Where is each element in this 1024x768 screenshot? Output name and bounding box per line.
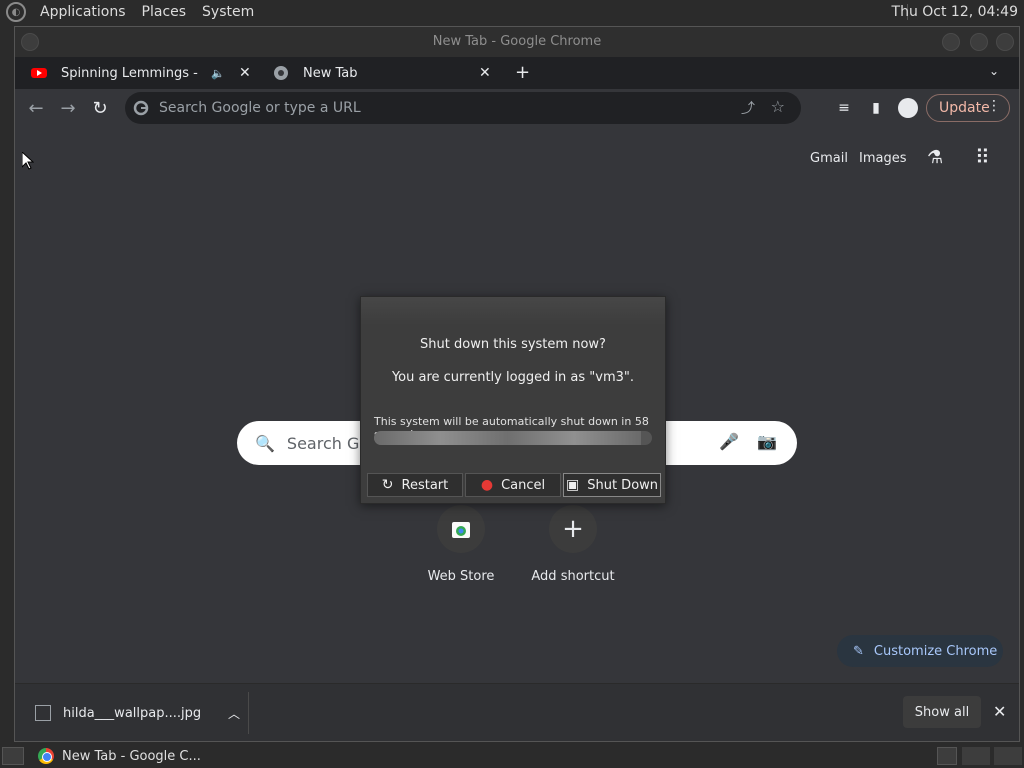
menu-dots-icon[interactable]: ⋮ [987, 98, 1001, 114]
window-titlebar[interactable]: New Tab - Google Chrome [15, 27, 1019, 57]
bottom-taskbar: New Tab - Google C... [0, 744, 1024, 768]
power-icon: ▣ [565, 477, 580, 493]
webstore-icon [437, 505, 485, 553]
chrome-icon [38, 748, 54, 764]
tab-label: New Tab [303, 65, 358, 81]
clock[interactable]: Thu Oct 12, 04:49 [892, 4, 1018, 20]
chevron-up-icon[interactable]: ︿ [228, 705, 240, 722]
task-label: New Tab - Google C... [62, 748, 201, 764]
restart-label: Restart [401, 477, 449, 493]
download-filename: hilda___wallpap....jpg [63, 705, 202, 721]
pencil-icon: ✎ [853, 643, 864, 659]
customize-chrome-button[interactable]: ✎ Customize Chrome [837, 635, 1003, 667]
download-bar: hilda___wallpap....jpg ︿ Show all ✕ [15, 683, 1019, 741]
mouse-cursor-icon [22, 152, 34, 170]
tab-new-tab[interactable]: New Tab ✕ [273, 57, 493, 89]
close-tab-icon[interactable]: ✕ [479, 65, 491, 81]
profile-avatar-icon[interactable] [897, 97, 919, 119]
workspace-2[interactable] [994, 747, 1022, 765]
menu-system[interactable]: System [194, 4, 262, 20]
shutdown-dialog: Shut down this system now? You are curre… [360, 296, 666, 504]
maximize-icon[interactable] [970, 33, 988, 51]
minimize-icon[interactable] [942, 33, 960, 51]
tab-label: Spinning Lemmings - Ep [61, 65, 203, 81]
dialog-header[interactable] [361, 297, 665, 325]
show-desktop-icon[interactable] [2, 747, 24, 765]
images-link[interactable]: Images [859, 151, 907, 166]
show-all-button[interactable]: Show all [903, 696, 981, 728]
top-panel: ◐ Applications Places System Thu Oct 12,… [0, 0, 1024, 24]
distro-logo-icon[interactable]: ◐ [6, 2, 26, 22]
shortcut-label: Web Store [427, 569, 495, 584]
image-file-icon [35, 705, 51, 721]
back-arrow-icon[interactable]: ← [25, 97, 47, 119]
cancel-red-circle-icon: ● [480, 477, 494, 493]
shutdown-button[interactable]: ▣ Shut Down [563, 473, 661, 497]
shortcut-add[interactable]: + Add shortcut [518, 505, 628, 584]
dialog-logged-in: You are currently logged in as "vm3". [391, 370, 635, 385]
gmail-link[interactable]: Gmail [810, 151, 848, 166]
search-placeholder: Search Go [286, 433, 370, 453]
window-title: New Tab - Google Chrome [432, 34, 602, 49]
shutdown-label: Shut Down [587, 477, 659, 493]
menu-applications[interactable]: Applications [32, 4, 134, 20]
toolbar: ← → ↻ Search Google or type a URL ⤴ ☆ ≡ … [15, 89, 1019, 127]
google-g-icon [133, 100, 149, 116]
apps-grid-icon[interactable]: ⠿ [975, 145, 990, 169]
cancel-label: Cancel [501, 477, 546, 493]
microphone-icon[interactable]: 🎤 [719, 432, 739, 451]
reload-icon[interactable]: ↻ [89, 97, 111, 119]
forward-arrow-icon[interactable]: → [57, 97, 79, 119]
bookmark-star-icon[interactable]: ☆ [771, 97, 785, 116]
side-panel-icon[interactable]: ▮ [865, 97, 887, 119]
dialog-question: Shut down this system now? [420, 337, 606, 352]
download-item[interactable]: hilda___wallpap....jpg ︿ [25, 692, 249, 734]
cancel-button[interactable]: ● Cancel [465, 473, 561, 497]
close-window-icon[interactable] [996, 33, 1014, 51]
shortcut-label: Add shortcut [531, 569, 615, 584]
tray-chrome-icon[interactable] [937, 747, 957, 765]
update-button[interactable]: Update ⋮ [926, 94, 1010, 122]
labs-flask-icon[interactable]: ⚗ [927, 147, 943, 168]
media-control-icon[interactable]: ≡ [833, 97, 855, 119]
share-icon[interactable]: ⤴ [741, 98, 755, 118]
taskbar-chrome-window[interactable]: New Tab - Google C... [38, 748, 201, 764]
search-icon: 🔍 [255, 433, 275, 453]
tab-strip: Spinning Lemmings - Ep 🔈 ✕ New Tab ✕ + ⌄ [15, 57, 1019, 89]
tab-spinning-lemmings[interactable]: Spinning Lemmings - Ep 🔈 ✕ [31, 57, 261, 89]
customize-label: Customize Chrome [873, 643, 998, 659]
chrome-icon [274, 66, 288, 80]
speaker-icon[interactable]: 🔈 [211, 67, 225, 80]
plus-icon: + [549, 505, 597, 553]
camera-lens-icon[interactable]: 📷 [757, 432, 777, 451]
omnibox-placeholder: Search Google or type a URL [159, 100, 361, 116]
new-tab-plus-icon[interactable]: + [515, 62, 530, 83]
menu-places[interactable]: Places [134, 4, 195, 20]
restart-button[interactable]: ↻ Restart [367, 473, 463, 497]
update-label: Update [939, 100, 990, 116]
restart-icon: ↻ [381, 477, 394, 493]
close-download-bar-icon[interactable]: ✕ [993, 702, 1006, 721]
youtube-icon [31, 68, 47, 78]
shutdown-progress-bar [374, 431, 652, 445]
workspace-1[interactable] [962, 747, 990, 765]
progress-fill [374, 431, 641, 445]
omnibox[interactable]: Search Google or type a URL ⤴ ☆ [125, 92, 801, 124]
tab-search-chevron-icon[interactable]: ⌄ [989, 64, 999, 78]
window-menu-icon[interactable] [21, 33, 39, 51]
close-tab-icon[interactable]: ✕ [239, 65, 251, 81]
shortcut-web-store[interactable]: Web Store [406, 505, 516, 584]
